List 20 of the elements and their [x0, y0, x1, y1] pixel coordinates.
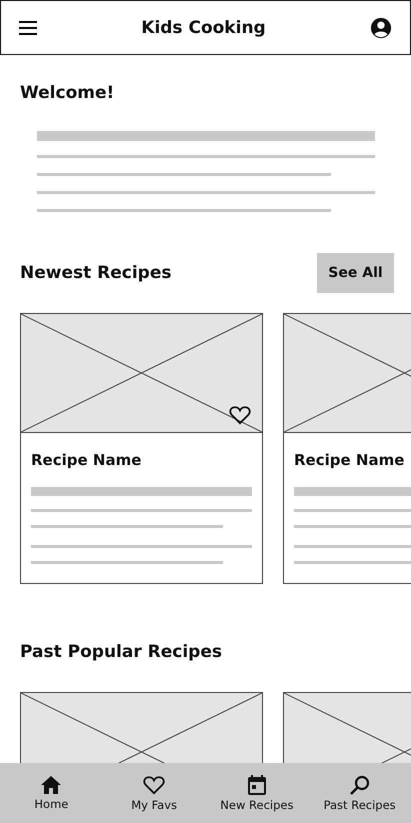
welcome-heading: Welcome! — [20, 83, 116, 103]
calendar-icon — [248, 774, 266, 794]
nav-item[interactable]: Past Recipes — [308, 763, 411, 823]
recipe-card[interactable]: Recipe Name — [20, 313, 263, 584]
heart-icon[interactable] — [229, 405, 251, 425]
home-icon — [41, 776, 62, 794]
section-heading: Newest Recipes — [20, 263, 172, 283]
recipe-name: Recipe Name — [31, 451, 142, 469]
section-heading: Past Popular Recipes — [20, 642, 222, 662]
nav-item[interactable]: My Favs — [102, 763, 206, 823]
app-title: Kids Cooking — [141, 18, 266, 38]
menu-icon[interactable] — [19, 20, 37, 34]
recipe-card[interactable]: Recipe Name — [283, 313, 411, 584]
heart-icon — [143, 774, 166, 794]
nav-item[interactable]: New Recipes — [206, 763, 308, 823]
see-all-button[interactable]: See All — [317, 253, 394, 293]
nav-item[interactable]: Home — [0, 763, 103, 823]
search-icon — [350, 774, 370, 794]
recipe-name: Recipe Name — [294, 451, 406, 469]
account-icon[interactable] — [370, 16, 392, 38]
